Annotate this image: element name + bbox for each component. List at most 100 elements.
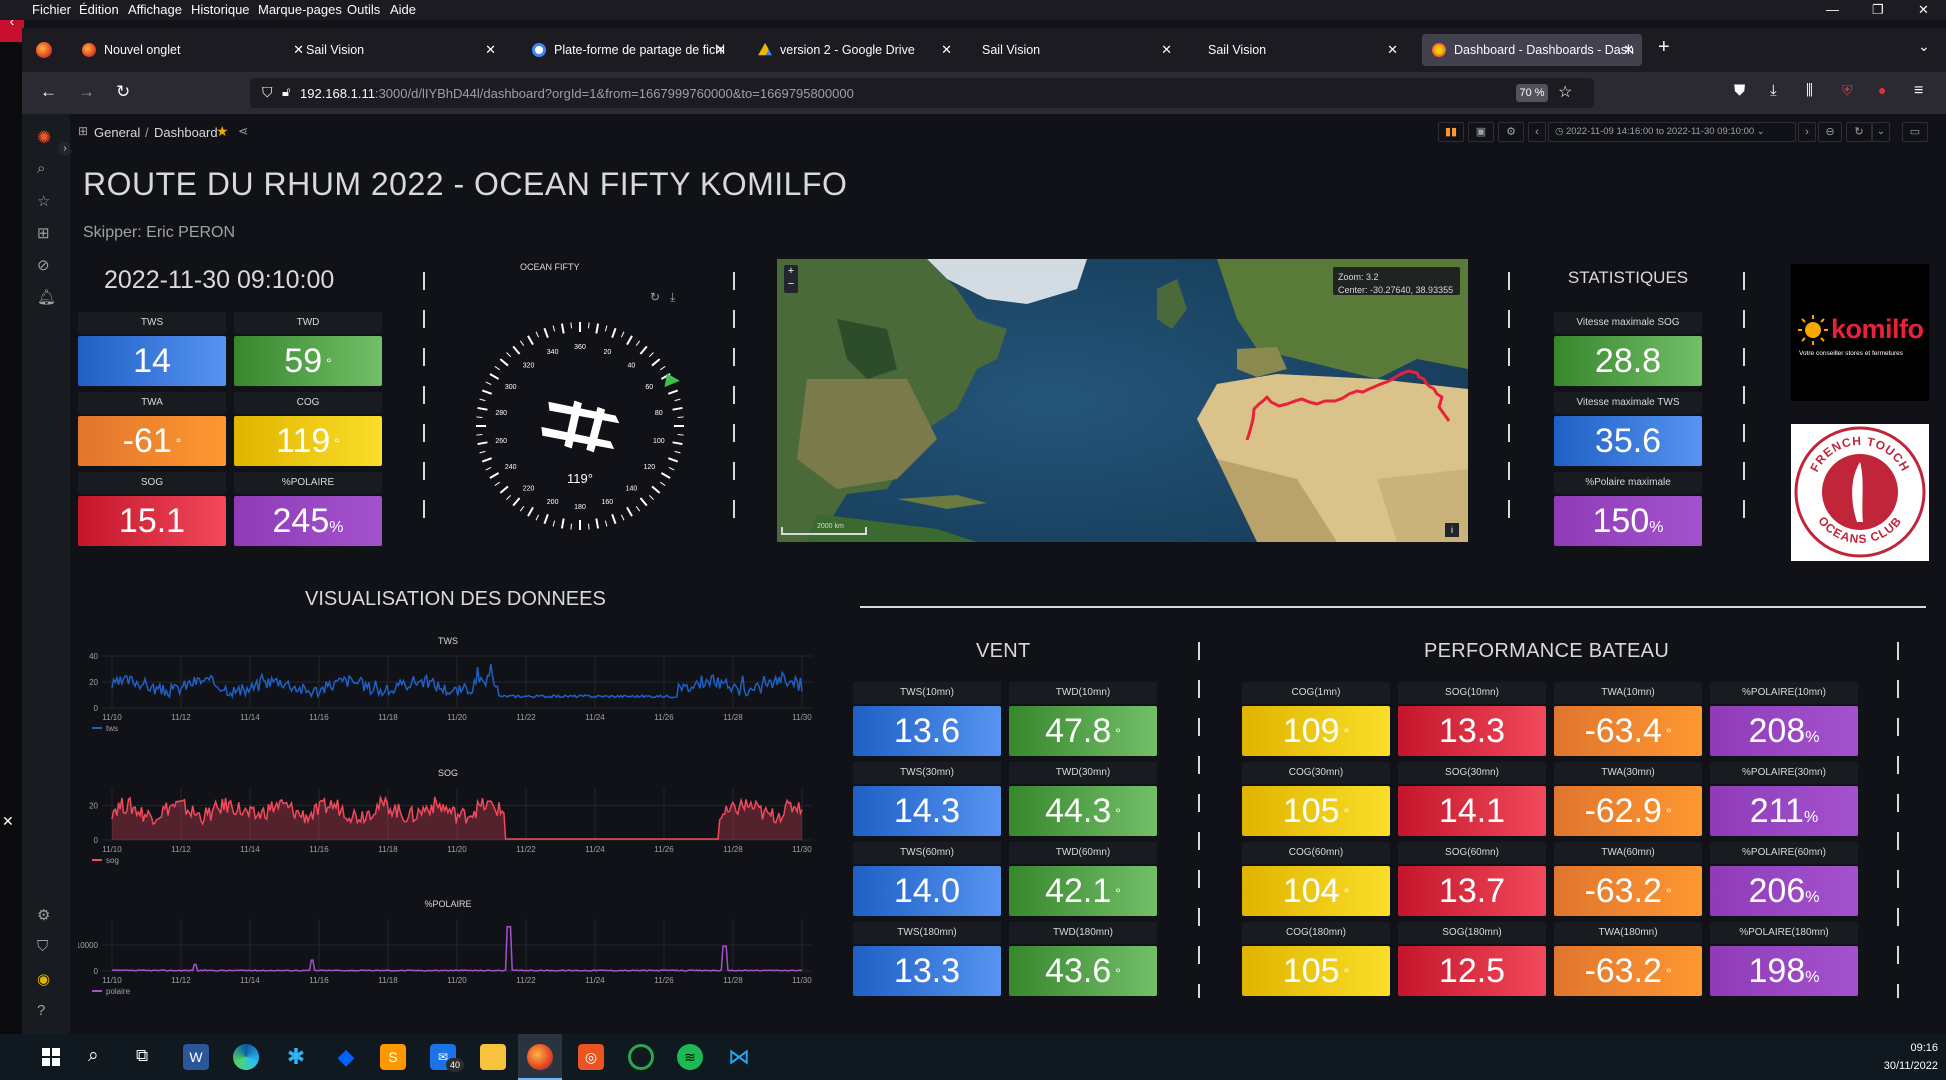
task-view-icon[interactable]: ⧉ [136,1046,148,1066]
green-circle-app-icon[interactable] [628,1044,654,1070]
breadcrumb-dashboard[interactable]: Dashboard [154,125,218,140]
legend-label[interactable]: polaire [106,987,131,996]
stat-tile[interactable]: %Polaire maximale 150% [1554,472,1702,546]
tab-sail-vision-2[interactable]: Sail Vision ✕ [968,34,1180,66]
chart-sog[interactable]: SOG 11/10 11/12 11/14 11/16 11/18 11/20 11/22 11… [78,766,818,876]
stat-tile[interactable]: TWA(10mn) -63.4 ° [1554,682,1702,756]
taskbar-date[interactable]: 30/11/2022 [1870,1060,1938,1072]
stat-tile[interactable]: TWS(60mn) 14.0 [853,842,1001,916]
stat-tile[interactable]: TWA(30mn) -62.9 ° [1554,762,1702,836]
stat-tile[interactable]: %POLAIRE(10mn) 208% [1710,682,1858,756]
tab-list-chevron-icon[interactable]: ⌄ [1918,38,1930,55]
save-dashboard-icon[interactable]: ▣ [1468,122,1494,142]
taskbar-time[interactable]: 09:16 [1870,1042,1938,1054]
stat-tile[interactable]: TWD(60mn) 42.1 ° [1009,842,1157,916]
shield-icon[interactable]: ⛉ [262,84,273,101]
stat-tile[interactable]: Vitesse maximale TWS 35.6 [1554,392,1702,466]
extension-shield-icon[interactable]: ⛨ [1842,82,1853,99]
zoom-out-icon[interactable]: ⊖ [1818,122,1842,142]
word-icon[interactable]: W [183,1044,209,1070]
window-close-icon[interactable]: ✕ [1918,2,1929,18]
download-icon[interactable]: ⤓ [1770,82,1777,99]
stat-tile[interactable]: TWD(10mn) 47.8 ° [1009,682,1157,756]
stat-tile[interactable]: SOG(10mn) 13.3 [1398,682,1546,756]
minimize-icon[interactable]: — [1826,2,1839,17]
breadcrumb-folder[interactable]: General [94,125,140,140]
bookmark-star-icon[interactable]: ☆ [1558,82,1572,102]
stat-tile[interactable]: %POLAIRE(180mn) 198% [1710,922,1858,996]
tab-google-drive[interactable]: version 2 - Google Drive ✕ [748,34,960,66]
back-icon[interactable]: ← [40,82,57,102]
stat-tile[interactable]: SOG(60mn) 13.7 [1398,842,1546,916]
stat-tile[interactable]: TWS(10mn) 13.6 [853,682,1001,756]
close-tab-icon[interactable]: ✕ [1161,34,1172,66]
stat-tile[interactable]: TWD(30mn) 44.3 ° [1009,762,1157,836]
tab-nouvel-onglet[interactable]: Nouvel onglet ✕ [72,34,312,66]
chart-tws[interactable]: TWS 11/10 11/12 11/14 11/16 11/18 11/20 11/22 11… [78,634,818,744]
menu-edition[interactable]: Édition [79,2,119,17]
spotify-icon[interactable]: ≋ [677,1044,703,1070]
reload-icon[interactable]: ↻ [116,82,130,102]
stat-tile[interactable]: TWS(180mn) 13.3 [853,922,1001,996]
refresh-interval-chevron-icon[interactable]: ⌄ [1872,122,1890,142]
route-map[interactable]: + − Zoom: 3.2 Center: -30.27640, 38.93355… [777,259,1468,542]
new-tab-icon[interactable]: + [1658,36,1670,59]
search-icon[interactable]: ⌕ [37,160,45,177]
time-range-picker[interactable]: ◷ 2022-11-09 14:16:00 to 2022-11-30 09:1… [1548,122,1796,142]
config-gear-icon[interactable]: ⚙ [37,906,50,924]
restore-icon[interactable]: ❐ [1872,2,1884,18]
tab-sail-vision-1[interactable]: Sail Vision ✕ [292,34,504,66]
map-zoom-controls[interactable]: + − [784,265,798,293]
forward-icon[interactable]: → [78,82,95,102]
stat-tile[interactable]: SOG 15.1 [78,472,226,546]
file-explorer-icon[interactable] [480,1044,506,1070]
legend-label[interactable]: tws [106,724,118,733]
vscode-icon[interactable]: ⋈ [726,1044,752,1070]
stat-tile[interactable]: TWA(60mn) -63.2 ° [1554,842,1702,916]
stat-tile[interactable]: TWD 59 ° [234,312,382,386]
stat-tile[interactable]: TWS 14 [78,312,226,386]
tab-grafana-dashboard[interactable]: Dashboard - Dashboards - Dash ✕ [1422,34,1642,66]
map-zoom-out-icon[interactable]: − [788,278,794,290]
extension-red-icon[interactable]: ● [1878,82,1886,98]
firefox-taskbar-icon[interactable] [527,1044,553,1070]
map-zoom-in-icon[interactable]: + [788,265,794,277]
stat-tile[interactable]: COG(180mn) 105 ° [1242,922,1390,996]
close-tab-icon[interactable]: ✕ [1623,34,1634,66]
pocket-icon[interactable]: ⛊ [1734,82,1745,99]
dashboards-icon[interactable]: ⊞ [37,224,50,242]
url-text[interactable]: 192.168.1.11:3000/d/lIYBhD44l/dashboard?… [300,86,854,101]
menu-outils[interactable]: Outils [347,2,380,17]
stat-tile[interactable]: COG(30mn) 105 ° [1242,762,1390,836]
edge-icon[interactable] [233,1044,259,1070]
share-icon[interactable]: ⋖ [238,124,248,138]
ubuntu-icon[interactable]: ◎ [578,1044,604,1070]
stat-tile[interactable]: %POLAIRE(60mn) 206% [1710,842,1858,916]
library-icon[interactable]: ⫼ [1806,82,1813,99]
favorite-star-icon[interactable]: ★ [216,123,229,140]
tab-plateforme-partage[interactable]: Plate-forme de partage de fichi ✕ [522,34,734,66]
dropbox-icon[interactable]: ◆ [333,1044,359,1070]
chart-polaire[interactable]: %POLAIRE 11/10 11/12 11/14 11/16 11/18 11/20 11… [78,897,818,1007]
stat-tile[interactable]: COG(1mn) 109 ° [1242,682,1390,756]
url-bar[interactable]: ⛉ 🔓︎ 192.168.1.11:3000/d/lIYBhD44l/dashb… [250,78,1594,108]
hamburger-menu-icon[interactable]: ≡ [1914,82,1923,100]
settings-gear-icon[interactable]: ⚙ [1498,122,1524,142]
zoom-level-badge[interactable]: 70 % [1516,84,1548,102]
refresh-icon[interactable]: ↻ [1846,122,1872,142]
stat-tile[interactable]: TWS(30mn) 14.3 [853,762,1001,836]
compass-refresh-icon[interactable]: ↻ [650,290,660,304]
close-tab-icon[interactable]: ✕ [1387,34,1398,66]
map-info-icon[interactable]: i [1445,523,1459,537]
stat-tile[interactable]: SOG(30mn) 14.1 [1398,762,1546,836]
bluetooth-app-icon[interactable]: ✱ [283,1044,309,1070]
menu-affichage[interactable]: Affichage [128,2,182,17]
stat-tile[interactable]: Vitesse maximale SOG 28.8 [1554,312,1702,386]
legend-label[interactable]: sog [106,856,119,865]
time-back-icon[interactable]: ‹ [1528,122,1546,142]
sublime-text-icon[interactable]: S [380,1044,406,1070]
stat-tile[interactable]: TWD(180mn) 43.6 ° [1009,922,1157,996]
tab-sail-vision-3[interactable]: Sail Vision ✕ [1194,34,1406,66]
explore-icon[interactable]: ⊘ [37,256,50,274]
tv-mode-icon[interactable]: ▭ [1902,122,1928,142]
